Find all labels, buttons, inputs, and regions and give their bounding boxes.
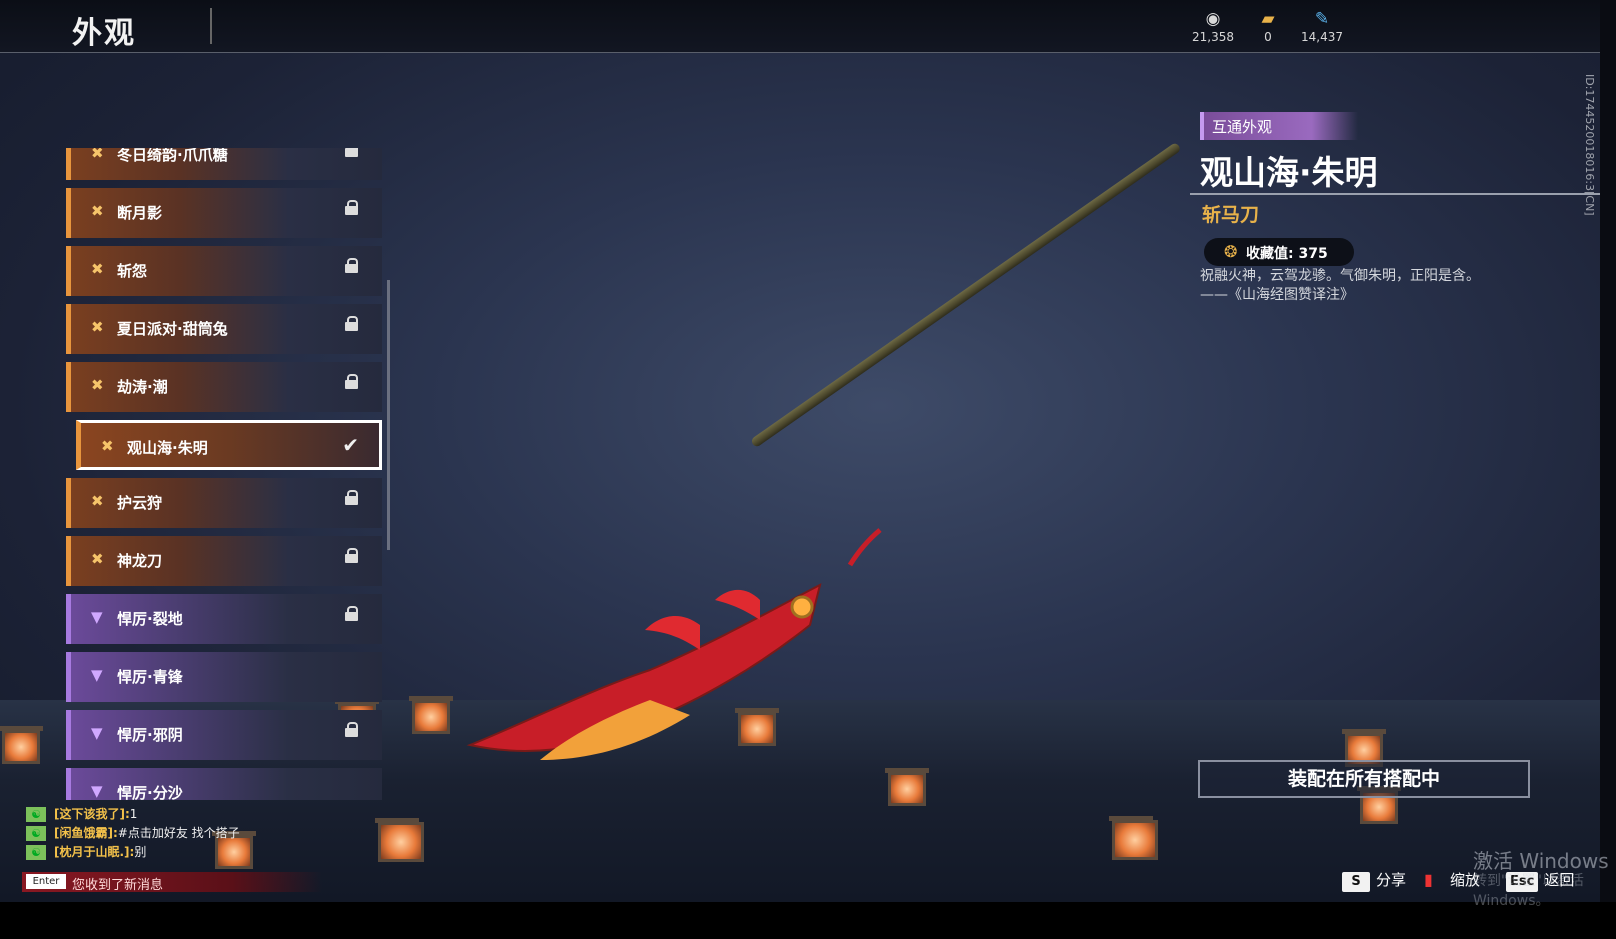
purple-rarity-icon: ▼ [91, 608, 103, 626]
skin-item[interactable]: ▼ 悍厉·青锋 [66, 652, 382, 702]
skin-item[interactable]: ▼ 悍厉·邪阴 [66, 710, 382, 760]
purple-rarity-icon: ▼ [91, 782, 103, 800]
new-message-text: 您收到了新消息 [72, 878, 164, 893]
skin-name: 悍厉·邪阴 [117, 726, 183, 744]
chat-message: 1 [129, 807, 138, 821]
orange-rarity-icon: ✖ [91, 148, 104, 162]
skin-item[interactable]: ▼ 悍厉·裂地 [66, 594, 382, 644]
skin-list[interactable]: ✖ 冬日绮韵·爪爪糖 ✖ 断月影 ✖ 斩怨 ✖ 夏日派对·甜筒兔 ✖ 劫涛·潮 … [66, 148, 382, 800]
chat-message: 别 [134, 845, 147, 859]
new-message-bar[interactable]: Enter 您收到了新消息 [22, 872, 322, 893]
windows-activation-hint: 转到"设置"以激活 Windows。 [1473, 873, 1584, 909]
skin-item[interactable]: ✖ 神龙刀 [66, 536, 382, 586]
key-s: S [1342, 872, 1370, 892]
orange-rarity-icon: ✖ [91, 492, 104, 510]
currency-feathers: ✎ 14,437 [1292, 8, 1352, 44]
currency-value: 21,358 [1192, 30, 1234, 44]
skin-item[interactable]: ✖ 冬日绮韵·爪爪糖 [66, 148, 382, 180]
skin-description: 祝融火神，云驾龙骖。气御朱明，正阳是含。 ——《山海经图赞译注》 [1200, 267, 1530, 305]
chat-box: ☯ [这下该我了]:1 ☯ [闲鱼饿霸]:#点击加好友 找个搭子 ☯ [枕月于山眠.]… [26, 805, 356, 862]
skin-name: 悍厉·青锋 [117, 668, 183, 686]
world-channel-icon: ☯ [26, 807, 46, 822]
lock-icon [345, 258, 358, 273]
lock-icon [345, 316, 358, 331]
lock-icon [345, 148, 358, 157]
skin-name: 神龙刀 [117, 552, 163, 570]
skin-name: 劫涛·潮 [117, 378, 168, 396]
chat-user[interactable]: [枕月于山眠.]: [54, 845, 134, 859]
coin-stack-icon: ◉ [1205, 9, 1221, 29]
chat-line: ☯ [枕月于山眠.]:别 [26, 843, 356, 862]
lantern [375, 818, 424, 862]
share-action[interactable]: S 分享 [1342, 869, 1407, 892]
title-divider [210, 8, 212, 44]
lock-icon [345, 490, 358, 505]
purple-rarity-icon: ▼ [91, 666, 103, 684]
collection-icon: ❂ [1224, 242, 1238, 261]
skin-name: 护云狩 [117, 494, 163, 512]
skin-item[interactable]: ✖ 斩怨 [66, 246, 382, 296]
checkmark-icon: ✔ [342, 433, 359, 457]
orange-rarity-icon: ✖ [91, 376, 104, 394]
currency-coins: ◉ 21,358 [1183, 8, 1243, 44]
currency-tickets: ▰ 0 [1238, 8, 1298, 44]
orange-rarity-icon: ✖ [91, 318, 104, 336]
skin-name: 夏日派对·甜筒兔 [117, 320, 228, 338]
orange-rarity-icon: ✖ [91, 202, 104, 220]
lantern [1109, 816, 1158, 860]
skin-item[interactable]: ✖ 护云狩 [66, 478, 382, 528]
skin-item[interactable]: ✖ 断月影 [66, 188, 382, 238]
chat-line: ☯ [闲鱼饿霸]:#点击加好友 找个搭子 [26, 824, 356, 843]
weapon-type: 斩马刀 [1202, 204, 1260, 226]
chat-user[interactable]: [这下该我了]: [54, 807, 130, 821]
equip-all-button[interactable]: 装配在所有搭配中 [1198, 760, 1530, 798]
orange-rarity-icon: ✖ [91, 550, 104, 568]
skin-name: 冬日绮韵·爪爪糖 [117, 148, 228, 164]
world-channel-icon: ☯ [26, 845, 46, 860]
skin-name: 断月影 [117, 204, 163, 222]
description-line: 祝融火神，云驾龙骖。气御朱明，正阳是含。 [1200, 268, 1480, 284]
orange-rarity-icon: ✖ [101, 437, 114, 455]
skin-name: 观山海·朱明 [127, 439, 208, 457]
world-channel-icon: ☯ [26, 826, 46, 841]
currency-value: 14,437 [1301, 30, 1343, 44]
orange-rarity-icon: ✖ [91, 260, 104, 278]
feather-icon: ✎ [1314, 9, 1330, 29]
page-title: 外观 [72, 16, 136, 51]
shared-appearance-tag: 互通外观 [1200, 112, 1358, 140]
chat-user[interactable]: [闲鱼饿霸]: [54, 826, 118, 840]
lock-icon [345, 374, 358, 389]
purple-rarity-icon: ▼ [91, 724, 103, 742]
list-scrollbar[interactable] [387, 280, 390, 550]
top-bar: 外观 ◉ 21,358 ▰ 0 ✎ 14,437 [0, 0, 1600, 53]
tag-label: 互通外观 [1212, 118, 1273, 136]
share-label: 分享 [1376, 871, 1407, 889]
enter-key-hint: Enter [26, 874, 66, 889]
skin-item[interactable]: ✖ 劫涛·潮 [66, 362, 382, 412]
collection-value-badge: ❂ 收藏值: 375 [1204, 238, 1354, 266]
right-edge [1600, 0, 1616, 902]
lock-icon [345, 722, 358, 737]
lock-icon [345, 200, 358, 215]
title-underline [1190, 193, 1600, 195]
lock-icon [345, 548, 358, 563]
skin-item[interactable]: ✖ 夏日派对·甜筒兔 [66, 304, 382, 354]
chat-line: ☯ [这下该我了]:1 [26, 805, 356, 824]
collection-value: 收藏值: 375 [1246, 246, 1328, 262]
mouse-icon: ▮ [1424, 870, 1433, 889]
skin-name: 斩怨 [117, 262, 148, 280]
skin-item[interactable]: ▼ 悍厉·分沙 [66, 768, 382, 800]
lock-icon [345, 606, 358, 621]
skin-title: 观山海·朱明 [1200, 153, 1378, 192]
chat-message: #点击加好友 找个搭子 [117, 826, 240, 840]
skin-item-selected[interactable]: ✖ 观山海·朱明 ✔ [76, 420, 382, 470]
description-line: ——《山海经图赞译注》 [1200, 287, 1354, 303]
currency-value: 0 [1264, 30, 1272, 44]
zoom-action[interactable]: ▮ 缩放 [1424, 869, 1480, 891]
ticket-icon: ▰ [1261, 9, 1275, 29]
skin-name: 悍厉·裂地 [117, 610, 183, 628]
skin-name: 悍厉·分沙 [117, 784, 183, 800]
